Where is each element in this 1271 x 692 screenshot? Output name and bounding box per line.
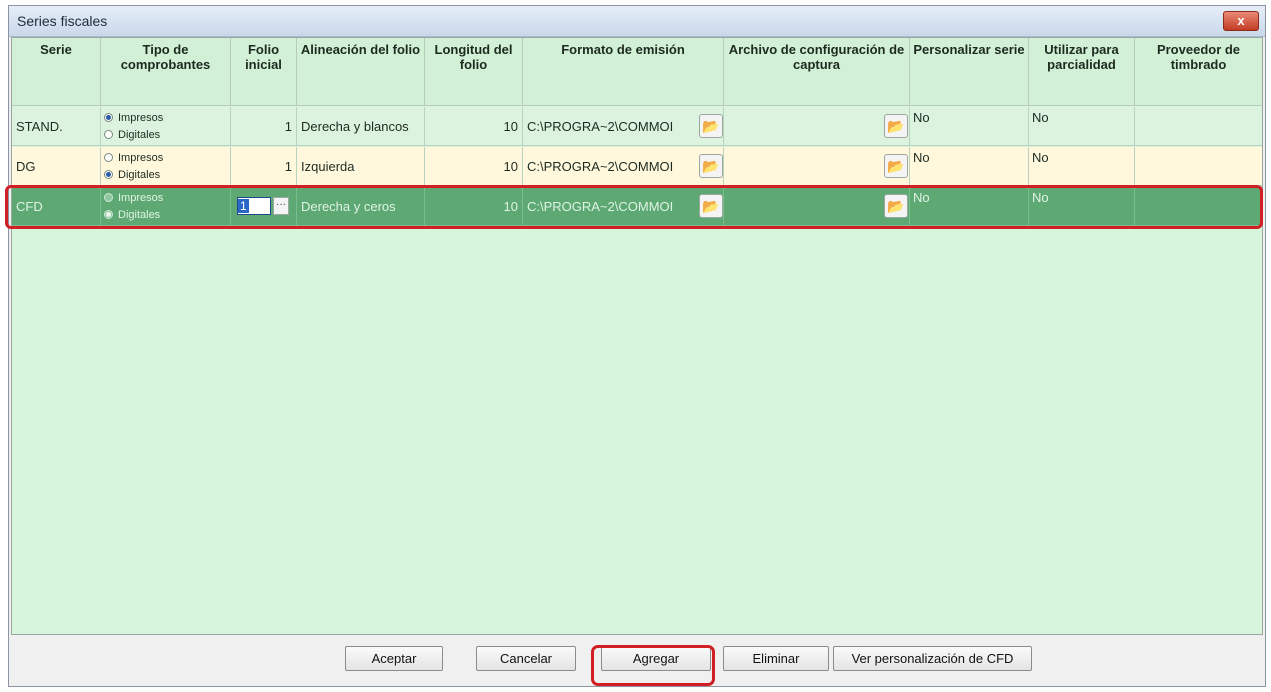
cell-serie[interactable]: STAND. — [12, 107, 101, 146]
table-row[interactable]: STAND. Impresos Digitales 1 Derecha y bl… — [12, 107, 1262, 146]
cell-serie[interactable]: DG — [12, 147, 101, 186]
cell-formato: C:\PROGRA~2\COMMOI 📂 — [523, 187, 724, 226]
table-row-selected[interactable]: CFD Impresos Digitales 1 ··· Derecha y c… — [12, 187, 1262, 226]
cell-alineacion[interactable]: Derecha y ceros — [297, 187, 425, 226]
radio-impresos[interactable]: Impresos — [104, 189, 163, 206]
formato-path[interactable]: C:\PROGRA~2\COMMOI — [527, 147, 673, 185]
cancelar-button[interactable]: Cancelar — [476, 646, 576, 671]
cell-parcialidad[interactable]: No — [1029, 107, 1135, 146]
cell-proveedor[interactable] — [1135, 187, 1262, 226]
cell-folio-inicial: 1 ··· — [231, 187, 297, 226]
folder-open-icon[interactable]: 📂 — [699, 194, 723, 218]
ver-personalizacion-button[interactable]: Ver personalización de CFD — [833, 646, 1032, 671]
column-header-parcialidad[interactable]: Utilizar para parcialidad — [1029, 38, 1135, 106]
column-header-personalizar[interactable]: Personalizar serie — [910, 38, 1029, 106]
radio-label: Impresos — [118, 151, 164, 164]
radio-selected-icon — [104, 210, 113, 219]
cell-archivo: 📂 — [724, 187, 910, 226]
radio-label: Impresos — [118, 111, 164, 124]
column-header-folio-inicial[interactable]: Folio inicial — [231, 38, 297, 106]
title-bar: Series fiscales x — [9, 6, 1265, 37]
ellipsis-icon[interactable]: ··· — [273, 197, 289, 215]
cell-formato: C:\PROGRA~2\COMMOI 📂 — [523, 147, 724, 186]
cell-longitud[interactable]: 10 — [425, 147, 523, 186]
folio-inicial-value: 1 — [238, 199, 249, 213]
aceptar-button[interactable]: Aceptar — [345, 646, 443, 671]
cell-tipo: Impresos Digitales — [101, 107, 231, 146]
cell-folio-inicial[interactable]: 1 — [231, 107, 297, 146]
cell-folio-inicial[interactable]: 1 — [231, 147, 297, 186]
cell-parcialidad[interactable]: No — [1029, 147, 1135, 186]
cell-proveedor[interactable] — [1135, 147, 1262, 186]
cell-serie[interactable]: CFD — [12, 187, 101, 226]
radio-digitales[interactable]: Digitales — [104, 206, 163, 223]
radio-impresos[interactable]: Impresos — [104, 109, 163, 126]
radio-label: Digitales — [118, 168, 161, 181]
column-header-archivo[interactable]: Archivo de configuración de captura — [724, 38, 910, 106]
cell-longitud[interactable]: 10 — [425, 187, 523, 226]
column-header-tipo[interactable]: Tipo de comprobantes — [101, 38, 231, 106]
folder-open-icon[interactable]: 📂 — [699, 114, 723, 138]
formato-path[interactable]: C:\PROGRA~2\COMMOI — [527, 187, 673, 225]
cell-personalizar[interactable]: No — [910, 107, 1029, 146]
folder-open-icon[interactable]: 📂 — [884, 154, 908, 178]
cell-formato: C:\PROGRA~2\COMMOI 📂 — [523, 107, 724, 146]
radio-selected-icon — [104, 170, 113, 179]
cell-archivo: 📂 — [724, 107, 910, 146]
cell-tipo: Impresos Digitales — [101, 187, 231, 226]
cell-archivo: 📂 — [724, 147, 910, 186]
radio-selected-icon — [104, 113, 113, 122]
column-header-formato[interactable]: Formato de emisión — [523, 38, 724, 106]
radio-label: Digitales — [118, 208, 161, 221]
series-fiscales-window: Series fiscales x Serie Tipo de comproba… — [8, 5, 1266, 687]
radio-digitales[interactable]: Digitales — [104, 166, 163, 183]
folder-open-icon[interactable]: 📂 — [884, 194, 908, 218]
window-title: Series fiscales — [17, 13, 108, 29]
grid-header: Serie Tipo de comprobantes Folio inicial… — [12, 38, 1262, 106]
radio-unselected-icon — [104, 153, 113, 162]
agregar-button[interactable]: Agregar — [601, 646, 711, 671]
folder-open-icon[interactable]: 📂 — [699, 154, 723, 178]
column-header-longitud[interactable]: Longitud del folio — [425, 38, 523, 106]
table-row[interactable]: DG Impresos Digitales 1 Izquierda 10 C:\… — [12, 147, 1262, 186]
cell-alineacion[interactable]: Izquierda — [297, 147, 425, 186]
folio-inicial-input[interactable]: 1 — [237, 197, 271, 215]
button-bar: Aceptar Cancelar Agregar Eliminar Ver pe… — [11, 638, 1263, 684]
column-header-serie[interactable]: Serie — [12, 38, 101, 106]
series-grid: Serie Tipo de comprobantes Folio inicial… — [11, 37, 1263, 635]
column-header-proveedor[interactable]: Proveedor de timbrado — [1135, 38, 1262, 106]
radio-label: Digitales — [118, 128, 161, 141]
radio-impresos[interactable]: Impresos — [104, 149, 163, 166]
cell-personalizar[interactable]: No — [910, 147, 1029, 186]
cell-proveedor[interactable] — [1135, 107, 1262, 146]
folder-open-icon[interactable]: 📂 — [884, 114, 908, 138]
eliminar-button[interactable]: Eliminar — [723, 646, 829, 671]
cell-longitud[interactable]: 10 — [425, 107, 523, 146]
cell-personalizar[interactable]: No — [910, 187, 1029, 226]
cell-parcialidad[interactable]: No — [1029, 187, 1135, 226]
cell-alineacion[interactable]: Derecha y blancos — [297, 107, 425, 146]
radio-label: Impresos — [118, 191, 164, 204]
radio-digitales[interactable]: Digitales — [104, 126, 163, 143]
radio-unselected-icon — [104, 193, 113, 202]
cell-tipo: Impresos Digitales — [101, 147, 231, 186]
column-header-alineacion[interactable]: Alineación del folio — [297, 38, 425, 106]
radio-unselected-icon — [104, 130, 113, 139]
formato-path[interactable]: C:\PROGRA~2\COMMOI — [527, 107, 673, 145]
close-button[interactable]: x — [1223, 11, 1259, 31]
